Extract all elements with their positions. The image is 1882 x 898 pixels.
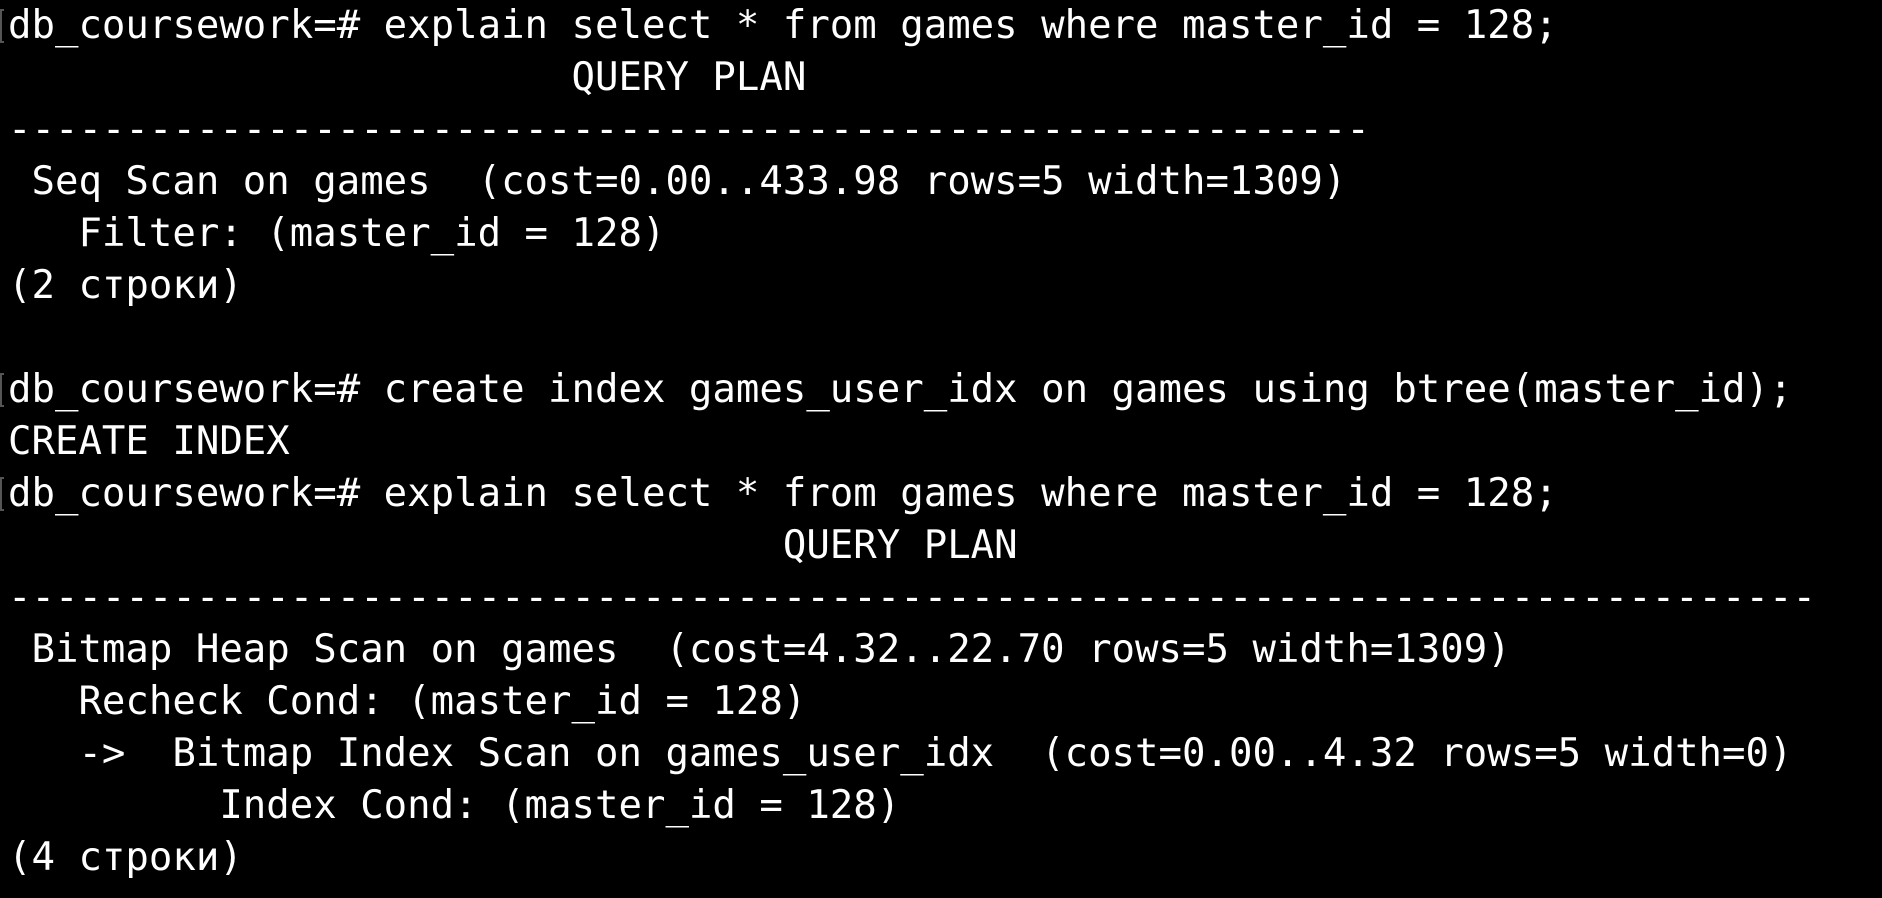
terminal-line-prompt: db_coursework=# explain select * from ga… (0, 468, 1882, 520)
terminal-line-text: Index Cond: (master_id = 128) (8, 783, 901, 828)
terminal-line-text: Bitmap Heap Scan on games (cost=4.32..22… (8, 627, 1511, 672)
terminal-line: Bitmap Heap Scan on games (cost=4.32..22… (8, 624, 1882, 676)
terminal-line-text: QUERY PLAN (8, 55, 807, 100)
terminal-line-text: Recheck Cond: (master_id = 128) (8, 679, 807, 724)
terminal-line: (2 строки) (8, 260, 1882, 312)
prompt-marker-icon (0, 477, 4, 511)
terminal-line: QUERY PLAN (8, 520, 1882, 572)
terminal-line: ----------------------------------------… (8, 572, 1882, 624)
terminal-line-text: CREATE INDEX (8, 419, 290, 464)
terminal-line: QUERY PLAN (8, 52, 1882, 104)
terminal-line: CREATE INDEX (8, 416, 1882, 468)
terminal-line-text: (2 строки) (8, 263, 243, 308)
prompt-marker-icon (0, 373, 4, 407)
terminal-line-text: db_coursework=# create index games_user_… (8, 367, 1793, 412)
terminal-line: (4 строки) (8, 832, 1882, 884)
terminal-line-text: (4 строки) (8, 835, 243, 880)
terminal-line-text: ----------------------------------------… (8, 575, 1816, 620)
terminal-line-prompt: db_coursework=# create index games_user_… (0, 364, 1882, 416)
terminal-line: Seq Scan on games (cost=0.00..433.98 row… (8, 156, 1882, 208)
terminal-line-text: Filter: (master_id = 128) (8, 211, 666, 256)
terminal-line-text: -> Bitmap Index Scan on games_user_idx (… (8, 731, 1793, 776)
terminal-line: Index Cond: (master_id = 128) (8, 780, 1882, 832)
terminal-line: Filter: (master_id = 128) (8, 208, 1882, 260)
terminal-line-text: db_coursework=# explain select * from ga… (8, 3, 1558, 48)
terminal-line-text: Seq Scan on games (cost=0.00..433.98 row… (8, 159, 1347, 204)
terminal-output[interactable]: db_coursework=# explain select * from ga… (0, 0, 1882, 898)
terminal-line-prompt: db_coursework=# explain select * from ga… (0, 0, 1882, 52)
terminal-line: Recheck Cond: (master_id = 128) (8, 676, 1882, 728)
terminal-line: ----------------------------------------… (8, 104, 1882, 156)
terminal-line: -> Bitmap Index Scan on games_user_idx (… (8, 728, 1882, 780)
terminal-line-text: ----------------------------------------… (8, 107, 1370, 152)
terminal-line-text: QUERY PLAN (8, 523, 1018, 568)
terminal-line-text: db_coursework=# explain select * from ga… (8, 471, 1558, 516)
prompt-marker-icon (0, 9, 4, 43)
